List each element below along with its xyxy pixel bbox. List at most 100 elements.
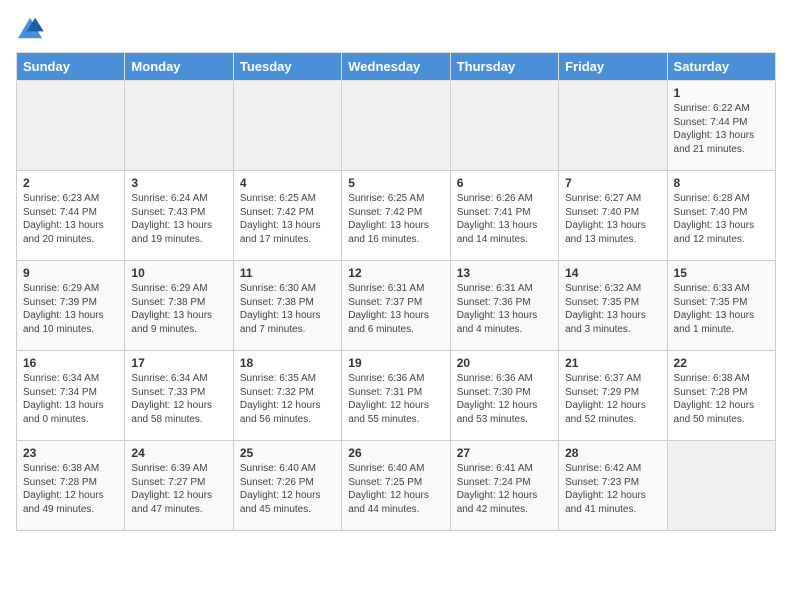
day-detail: Sunrise: 6:27 AM Sunset: 7:40 PM Dayligh… [565, 192, 660, 246]
calendar-cell: 16 Sunrise: 6:34 AM Sunset: 7:34 PM Dayli… [17, 351, 125, 441]
day-detail: Sunrise: 6:40 AM Sunset: 7:26 PM Dayligh… [240, 462, 335, 516]
day-number: 24 [131, 446, 226, 460]
day-number: 2 [23, 176, 118, 190]
day-detail: Sunrise: 6:38 AM Sunset: 7:28 PM Dayligh… [23, 462, 118, 516]
calendar-cell: 25 Sunrise: 6:40 AM Sunset: 7:26 PM Dayli… [233, 441, 341, 531]
calendar-cell [125, 81, 233, 171]
day-detail: Sunrise: 6:25 AM Sunset: 7:42 PM Dayligh… [240, 192, 335, 246]
calendar-cell: 10 Sunrise: 6:29 AM Sunset: 7:38 PM Dayli… [125, 261, 233, 351]
day-number: 4 [240, 176, 335, 190]
calendar-cell: 21 Sunrise: 6:37 AM Sunset: 7:29 PM Dayli… [559, 351, 667, 441]
day-number: 18 [240, 356, 335, 370]
day-detail: Sunrise: 6:36 AM Sunset: 7:31 PM Dayligh… [348, 372, 443, 426]
day-detail: Sunrise: 6:31 AM Sunset: 7:37 PM Dayligh… [348, 282, 443, 336]
day-number: 9 [23, 266, 118, 280]
day-detail: Sunrise: 6:42 AM Sunset: 7:23 PM Dayligh… [565, 462, 660, 516]
calendar-week-row: 23 Sunrise: 6:38 AM Sunset: 7:28 PM Dayli… [17, 441, 776, 531]
weekday-header-friday: Friday [559, 53, 667, 81]
calendar-cell: 4 Sunrise: 6:25 AM Sunset: 7:42 PM Daylig… [233, 171, 341, 261]
day-number: 14 [565, 266, 660, 280]
day-detail: Sunrise: 6:28 AM Sunset: 7:40 PM Dayligh… [674, 192, 769, 246]
day-detail: Sunrise: 6:36 AM Sunset: 7:30 PM Dayligh… [457, 372, 552, 426]
day-number: 6 [457, 176, 552, 190]
calendar-week-row: 16 Sunrise: 6:34 AM Sunset: 7:34 PM Dayli… [17, 351, 776, 441]
logo-icon [16, 16, 44, 40]
calendar-cell: 11 Sunrise: 6:30 AM Sunset: 7:38 PM Dayli… [233, 261, 341, 351]
calendar-cell: 9 Sunrise: 6:29 AM Sunset: 7:39 PM Daylig… [17, 261, 125, 351]
calendar-week-row: 9 Sunrise: 6:29 AM Sunset: 7:39 PM Daylig… [17, 261, 776, 351]
calendar-cell: 3Sunrise: 6:24 AM Sunset: 7:43 PM Daylig… [125, 171, 233, 261]
day-number: 12 [348, 266, 443, 280]
calendar-cell: 8 Sunrise: 6:28 AM Sunset: 7:40 PM Daylig… [667, 171, 775, 261]
day-number: 13 [457, 266, 552, 280]
calendar-cell: 19 Sunrise: 6:36 AM Sunset: 7:31 PM Dayli… [342, 351, 450, 441]
day-detail: Sunrise: 6:22 AM Sunset: 7:44 PM Dayligh… [674, 102, 769, 156]
day-detail: Sunrise: 6:24 AM Sunset: 7:43 PM Dayligh… [131, 192, 226, 246]
day-detail: Sunrise: 6:39 AM Sunset: 7:27 PM Dayligh… [131, 462, 226, 516]
day-number: 22 [674, 356, 769, 370]
calendar-cell: 18Sunrise: 6:35 AM Sunset: 7:32 PM Dayli… [233, 351, 341, 441]
day-detail: Sunrise: 6:38 AM Sunset: 7:28 PM Dayligh… [674, 372, 769, 426]
day-number: 1 [674, 86, 769, 100]
calendar-cell [342, 81, 450, 171]
day-detail: Sunrise: 6:29 AM Sunset: 7:38 PM Dayligh… [131, 282, 226, 336]
weekday-header-saturday: Saturday [667, 53, 775, 81]
calendar-cell: 26 Sunrise: 6:40 AM Sunset: 7:25 PM Dayli… [342, 441, 450, 531]
day-number: 19 [348, 356, 443, 370]
calendar-cell: 17 Sunrise: 6:34 AM Sunset: 7:33 PM Dayli… [125, 351, 233, 441]
weekday-header-tuesday: Tuesday [233, 53, 341, 81]
calendar-cell [450, 81, 558, 171]
day-detail: Sunrise: 6:34 AM Sunset: 7:34 PM Dayligh… [23, 372, 118, 426]
day-number: 16 [23, 356, 118, 370]
calendar-cell: 28 Sunrise: 6:42 AM Sunset: 7:23 PM Dayli… [559, 441, 667, 531]
day-detail: Sunrise: 6:41 AM Sunset: 7:24 PM Dayligh… [457, 462, 552, 516]
day-number: 17 [131, 356, 226, 370]
day-number: 7 [565, 176, 660, 190]
calendar-cell: 23 Sunrise: 6:38 AM Sunset: 7:28 PM Dayli… [17, 441, 125, 531]
day-detail: Sunrise: 6:30 AM Sunset: 7:38 PM Dayligh… [240, 282, 335, 336]
day-number: 20 [457, 356, 552, 370]
day-number: 5 [348, 176, 443, 190]
calendar-cell: 14 Sunrise: 6:32 AM Sunset: 7:35 PM Dayli… [559, 261, 667, 351]
calendar-cell: 15 Sunrise: 6:33 AM Sunset: 7:35 PM Dayli… [667, 261, 775, 351]
calendar-cell: 27Sunrise: 6:41 AM Sunset: 7:24 PM Dayli… [450, 441, 558, 531]
day-detail: Sunrise: 6:40 AM Sunset: 7:25 PM Dayligh… [348, 462, 443, 516]
day-number: 15 [674, 266, 769, 280]
calendar-table: SundayMondayTuesdayWednesdayThursdayFrid… [16, 52, 776, 531]
calendar-cell: 20 Sunrise: 6:36 AM Sunset: 7:30 PM Dayli… [450, 351, 558, 441]
day-detail: Sunrise: 6:25 AM Sunset: 7:42 PM Dayligh… [348, 192, 443, 246]
day-detail: Sunrise: 6:37 AM Sunset: 7:29 PM Dayligh… [565, 372, 660, 426]
day-detail: Sunrise: 6:29 AM Sunset: 7:39 PM Dayligh… [23, 282, 118, 336]
day-number: 8 [674, 176, 769, 190]
calendar-cell: 5 Sunrise: 6:25 AM Sunset: 7:42 PM Daylig… [342, 171, 450, 261]
weekday-header-wednesday: Wednesday [342, 53, 450, 81]
calendar-cell [233, 81, 341, 171]
day-number: 21 [565, 356, 660, 370]
day-detail: Sunrise: 6:31 AM Sunset: 7:36 PM Dayligh… [457, 282, 552, 336]
day-detail: Sunrise: 6:32 AM Sunset: 7:35 PM Dayligh… [565, 282, 660, 336]
day-detail: Sunrise: 6:26 AM Sunset: 7:41 PM Dayligh… [457, 192, 552, 246]
calendar-cell: 13 Sunrise: 6:31 AM Sunset: 7:36 PM Dayli… [450, 261, 558, 351]
day-number: 23 [23, 446, 118, 460]
day-number: 25 [240, 446, 335, 460]
day-number: 11 [240, 266, 335, 280]
day-detail: Sunrise: 6:23 AM Sunset: 7:44 PM Dayligh… [23, 192, 118, 246]
calendar-header [16, 16, 776, 40]
calendar-cell [667, 441, 775, 531]
weekday-header-monday: Monday [125, 53, 233, 81]
weekday-header-thursday: Thursday [450, 53, 558, 81]
calendar-cell: 22 Sunrise: 6:38 AM Sunset: 7:28 PM Dayli… [667, 351, 775, 441]
calendar-cell: 7 Sunrise: 6:27 AM Sunset: 7:40 PM Daylig… [559, 171, 667, 261]
calendar-cell [559, 81, 667, 171]
day-detail: Sunrise: 6:34 AM Sunset: 7:33 PM Dayligh… [131, 372, 226, 426]
weekday-header-sunday: Sunday [17, 53, 125, 81]
calendar-week-row: 2 Sunrise: 6:23 AM Sunset: 7:44 PM Daylig… [17, 171, 776, 261]
calendar-cell: 1 Sunrise: 6:22 AM Sunset: 7:44 PM Daylig… [667, 81, 775, 171]
day-number: 10 [131, 266, 226, 280]
day-detail: Sunrise: 6:33 AM Sunset: 7:35 PM Dayligh… [674, 282, 769, 336]
calendar-header-row: SundayMondayTuesdayWednesdayThursdayFrid… [17, 53, 776, 81]
day-number: 28 [565, 446, 660, 460]
calendar-cell: 12 Sunrise: 6:31 AM Sunset: 7:37 PM Dayli… [342, 261, 450, 351]
day-number: 26 [348, 446, 443, 460]
calendar-cell: 2 Sunrise: 6:23 AM Sunset: 7:44 PM Daylig… [17, 171, 125, 261]
